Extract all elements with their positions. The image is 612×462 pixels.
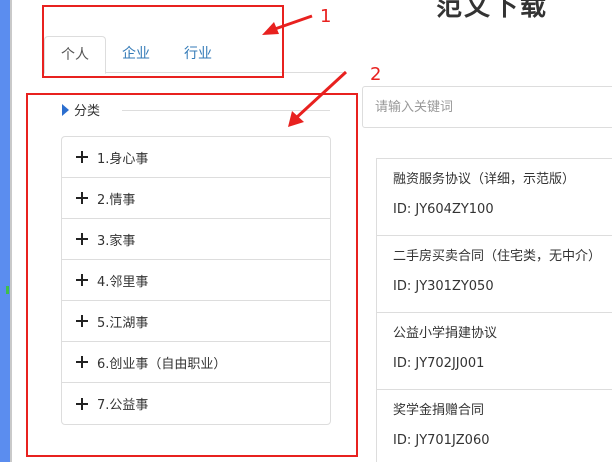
category-item[interactable]: 7.公益事 <box>62 383 330 424</box>
window-left-strip <box>0 0 12 462</box>
document-title: 公益小学捐建协议 <box>393 326 498 341</box>
strip-edge <box>10 0 12 462</box>
document-title: 融资服务协议（详细，示范版） <box>393 172 576 187</box>
document-id: ID: JY701JZ060 <box>393 433 490 448</box>
document-id: ID: JY702JJ001 <box>393 356 485 371</box>
category-item-label: 3.家事 <box>97 233 136 249</box>
search-input[interactable] <box>363 87 612 127</box>
category-item[interactable]: 4.邻里事 <box>62 260 330 301</box>
category-divider <box>122 110 330 111</box>
document-id: ID: JY301ZY050 <box>393 279 494 294</box>
plus-icon <box>76 192 88 204</box>
plus-icon <box>76 356 88 368</box>
category-item[interactable]: 5.江湖事 <box>62 301 330 342</box>
annotation-arrow-2 <box>288 70 348 127</box>
search-box <box>362 86 612 128</box>
category-header: 分类 <box>62 100 100 119</box>
document-title: 二手房买卖合同（住宅类，无中介） <box>393 249 602 264</box>
category-item-label: 4.邻里事 <box>97 274 149 290</box>
plus-icon <box>76 274 88 286</box>
page-title: 范文下载 <box>436 0 549 22</box>
tab-enterprise[interactable]: 企业 <box>106 36 166 74</box>
caret-right-icon <box>62 103 69 116</box>
category-item[interactable]: 2.情事 <box>62 178 330 219</box>
category-item-label: 2.情事 <box>97 192 136 208</box>
plus-icon <box>76 397 88 410</box>
plus-icon <box>76 233 88 245</box>
tab-bar: 个人 企业 行业 <box>44 26 344 74</box>
category-header-label: 分类 <box>74 104 101 119</box>
document-item[interactable]: 融资服务协议（详细，示范版） ID: JY604ZY100 <box>377 159 612 236</box>
category-item-label: 7.公益事 <box>97 398 149 413</box>
document-list: 融资服务协议（详细，示范版） ID: JY604ZY100 二手房买卖合同（住宅… <box>376 158 612 462</box>
plus-icon <box>76 315 88 327</box>
annotation-label-2: 2 <box>370 64 382 85</box>
document-item[interactable]: 奖学金捐赠合同 ID: JY701JZ060 <box>377 390 612 462</box>
category-item[interactable]: 6.创业事（自由职业） <box>62 342 330 383</box>
document-item[interactable]: 二手房买卖合同（住宅类，无中介） ID: JY301ZY050 <box>377 236 612 313</box>
document-title: 奖学金捐赠合同 <box>393 403 485 418</box>
document-id: ID: JY604ZY100 <box>393 202 494 217</box>
category-item-label: 6.创业事（自由职业） <box>97 356 227 372</box>
category-list: 1.身心事 2.情事 3.家事 4.邻里事 5.江湖事 6.创业事（自由职业） … <box>61 136 331 425</box>
plus-icon <box>76 151 88 163</box>
tab-personal[interactable]: 个人 <box>44 36 106 74</box>
category-item-label: 5.江湖事 <box>97 315 149 331</box>
document-item[interactable]: 公益小学捐建协议 ID: JY702JJ001 <box>377 313 612 390</box>
category-item-label: 1.身心事 <box>97 151 149 167</box>
category-item[interactable]: 1.身心事 <box>62 137 330 178</box>
screenshot: 范文下载 个人 企业 行业 分类 1.身心事 2.情事 3.家事 4.邻里事 5… <box>0 0 612 462</box>
tab-industry[interactable]: 行业 <box>168 36 228 74</box>
category-item[interactable]: 3.家事 <box>62 219 330 260</box>
annotation-label-1: 1 <box>320 6 332 27</box>
strip-marker <box>6 286 9 294</box>
